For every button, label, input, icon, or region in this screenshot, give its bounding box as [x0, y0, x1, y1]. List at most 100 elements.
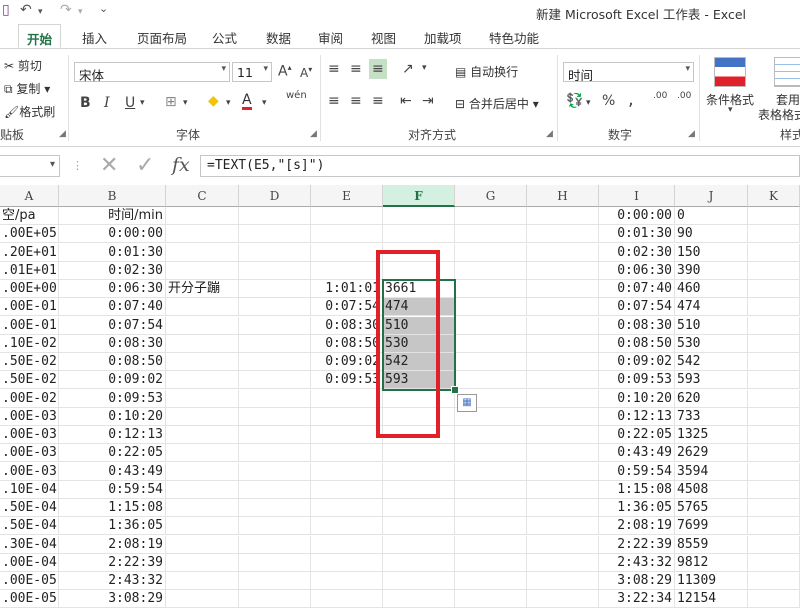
cell-e22[interactable] — [311, 590, 383, 608]
cell-f6[interactable]: 474 — [383, 298, 455, 317]
font-name-select[interactable]: 宋体 ▾ — [74, 62, 230, 83]
cell-c18[interactable] — [166, 517, 239, 536]
cell-f14[interactable] — [383, 444, 455, 463]
cell-b4[interactable]: 0:02:30 — [59, 261, 166, 280]
tab-insert[interactable]: 插入 — [82, 28, 107, 47]
cell-a3[interactable]: .20E+01 — [0, 243, 59, 262]
cell-h20[interactable] — [527, 553, 599, 572]
column-header-b[interactable]: B — [59, 185, 166, 207]
cell-a7[interactable]: .00E-01 — [0, 316, 59, 335]
cell-a8[interactable]: .10E-02 — [0, 334, 59, 353]
cell-c8[interactable] — [166, 334, 239, 353]
cell-g7[interactable] — [455, 316, 527, 335]
cell-b14[interactable]: 0:22:05 — [59, 444, 166, 463]
undo-dropdown-icon[interactable]: ▾ — [38, 7, 43, 17]
orientation-icon[interactable]: ↗ — [402, 61, 414, 77]
cell-g10[interactable] — [455, 371, 527, 390]
cell-k10[interactable] — [748, 371, 800, 390]
cell-c6[interactable] — [166, 298, 239, 317]
cell-e8[interactable]: 0:08:50 — [311, 334, 383, 353]
cell-c2[interactable] — [166, 225, 239, 244]
tab-special-features[interactable]: 特色功能 — [489, 28, 539, 47]
cell-c9[interactable] — [166, 353, 239, 371]
cell-b1[interactable]: 时间/min — [59, 207, 166, 225]
column-header-a[interactable]: A — [0, 185, 59, 207]
cell-b16[interactable]: 0:59:54 — [59, 480, 166, 499]
cell-f10[interactable]: 593 — [383, 371, 455, 390]
cell-d17[interactable] — [239, 499, 311, 517]
cell-h4[interactable] — [527, 261, 599, 280]
cell-d16[interactable] — [239, 480, 311, 499]
border-icon[interactable]: ⊞ — [165, 94, 177, 110]
cell-g5[interactable] — [455, 280, 527, 298]
column-header-h[interactable]: H — [527, 185, 599, 207]
cell-a5[interactable]: .00E+00 — [0, 280, 59, 298]
cell-g16[interactable] — [455, 480, 527, 499]
cell-k18[interactable] — [748, 517, 800, 536]
cell-f22[interactable] — [383, 590, 455, 608]
cell-c15[interactable] — [166, 462, 239, 481]
cell-k17[interactable] — [748, 499, 800, 517]
comma-style-button[interactable]: , — [628, 89, 634, 110]
cell-g22[interactable] — [455, 590, 527, 608]
cell-f8[interactable]: 530 — [383, 334, 455, 353]
cell-c20[interactable] — [166, 553, 239, 572]
cell-i7[interactable]: 0:08:30 — [599, 316, 675, 335]
cell-i21[interactable]: 3:08:29 — [599, 572, 675, 590]
align-bottom-icon[interactable]: ≡ — [369, 59, 387, 79]
table-format-icon[interactable] — [774, 57, 800, 87]
column-header-k[interactable]: K — [748, 185, 800, 207]
cell-c5[interactable]: 开分子蹦 — [166, 280, 239, 298]
fill-dropdown-icon[interactable]: ▾ — [226, 98, 231, 108]
cell-i13[interactable]: 0:22:05 — [599, 426, 675, 444]
cell-h6[interactable] — [527, 298, 599, 317]
cell-a2[interactable]: .00E+05 — [0, 225, 59, 244]
cell-g2[interactable] — [455, 225, 527, 244]
cell-i14[interactable]: 0:43:49 — [599, 444, 675, 463]
cell-a12[interactable]: .00E-03 — [0, 407, 59, 426]
cell-f19[interactable] — [383, 535, 455, 554]
cell-h21[interactable] — [527, 572, 599, 590]
cell-h11[interactable] — [527, 389, 599, 408]
cell-f5[interactable]: 3661 — [383, 280, 455, 298]
cell-c17[interactable] — [166, 499, 239, 517]
cell-b21[interactable]: 2:43:32 — [59, 572, 166, 590]
decrease-decimal-button[interactable]: .00 — [677, 91, 691, 101]
cell-e1[interactable] — [311, 207, 383, 225]
cell-d3[interactable] — [239, 243, 311, 262]
cell-c3[interactable] — [166, 243, 239, 262]
cell-c10[interactable] — [166, 371, 239, 390]
cell-h17[interactable] — [527, 499, 599, 517]
cell-j16[interactable]: 4508 — [675, 480, 748, 499]
cell-f1[interactable] — [383, 207, 455, 225]
cell-h1[interactable] — [527, 207, 599, 225]
clipboard-launcher-icon[interactable]: ◢ — [59, 129, 66, 139]
grow-font-icon[interactable]: A▴ — [278, 63, 292, 80]
cell-e19[interactable] — [311, 535, 383, 554]
cell-c22[interactable] — [166, 590, 239, 608]
formula-input[interactable]: =TEXT(E5,"[s]") — [200, 155, 800, 177]
orientation-dropdown-icon[interactable]: ▾ — [422, 63, 427, 73]
increase-indent-icon[interactable]: ⇥ — [422, 93, 434, 109]
undo-icon[interactable]: ↶ — [20, 2, 32, 18]
cell-d10[interactable] — [239, 371, 311, 390]
cell-d9[interactable] — [239, 353, 311, 371]
cell-d21[interactable] — [239, 572, 311, 590]
cell-g18[interactable] — [455, 517, 527, 536]
cell-k21[interactable] — [748, 572, 800, 590]
cell-b12[interactable]: 0:10:20 — [59, 407, 166, 426]
cell-e6[interactable]: 0:07:54 — [311, 298, 383, 317]
redo-dropdown-icon[interactable]: ▾ — [78, 7, 83, 17]
cell-k9[interactable] — [748, 353, 800, 371]
cancel-entry-icon[interactable]: ✕ — [100, 153, 118, 178]
cell-j1[interactable]: 0 — [675, 207, 748, 225]
cell-b9[interactable]: 0:08:50 — [59, 353, 166, 371]
tab-view[interactable]: 视图 — [371, 28, 396, 47]
redo-icon[interactable]: ↷ — [60, 2, 72, 18]
cell-a10[interactable]: .50E-02 — [0, 371, 59, 390]
cell-i17[interactable]: 1:36:05 — [599, 499, 675, 517]
cell-a1[interactable]: 空/pa — [0, 207, 59, 225]
cell-i4[interactable]: 0:06:30 — [599, 261, 675, 280]
cell-g8[interactable] — [455, 334, 527, 353]
cell-f16[interactable] — [383, 480, 455, 499]
